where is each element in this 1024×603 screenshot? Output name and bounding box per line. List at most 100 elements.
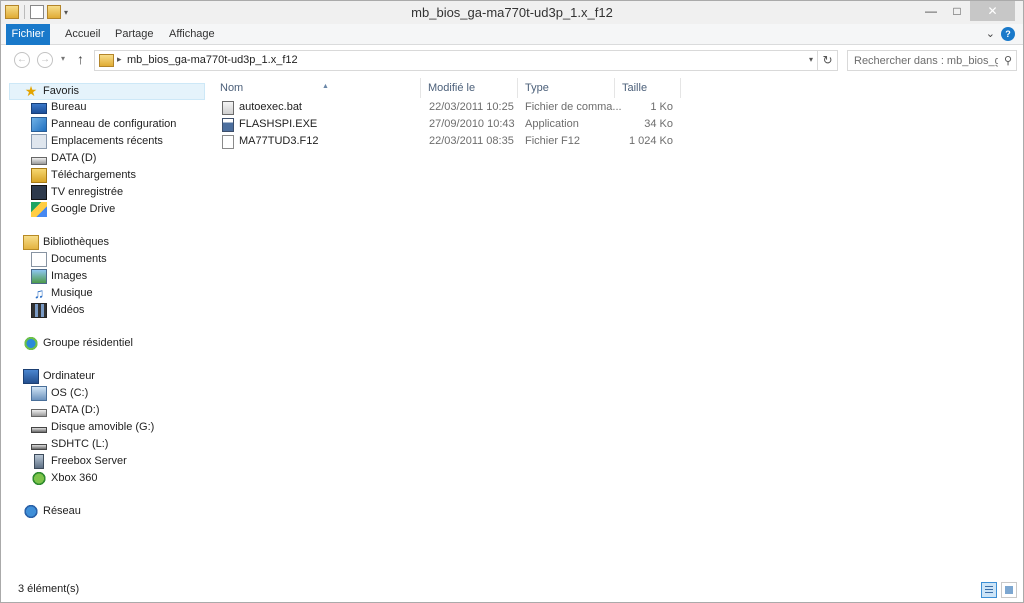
nav-item-musique[interactable]: ♫ Musique — [31, 285, 93, 302]
explorer-window: ▾ mb_bios_ga-ma770t-ud3p_1.x_f12 — □ ✕ F… — [0, 0, 1024, 603]
nav-item-panneau-de-configuration[interactable]: Panneau de configuration — [31, 116, 176, 133]
recorded-tv-icon — [31, 185, 47, 200]
search-input[interactable] — [848, 51, 998, 70]
nav-label: Documents — [51, 253, 107, 265]
nav-item-bureau[interactable]: Bureau — [31, 99, 86, 116]
sort-ascending-icon: ▲ — [322, 83, 329, 90]
downloads-icon — [31, 168, 47, 183]
window-controls: — □ ✕ — [918, 1, 1015, 21]
nav-favorites[interactable]: ★ Favoris — [9, 83, 205, 100]
computer-icon — [23, 369, 39, 384]
column-header-name[interactable]: ▲ Nom — [213, 78, 421, 98]
large-icons-view-button[interactable] — [1001, 582, 1017, 598]
back-button[interactable]: ← — [14, 52, 30, 68]
nav-item-documents[interactable]: Documents — [31, 251, 107, 268]
batch-file-icon — [222, 100, 234, 115]
nav-label: Bureau — [51, 101, 87, 113]
drive-icon — [31, 408, 47, 417]
nav-label: Musique — [51, 287, 93, 299]
table-row[interactable]: MA77TUD3.F12 22/03/2011 08:35 Fichier F1… — [215, 133, 681, 150]
nav-label: Panneau de configuration — [51, 118, 177, 130]
nav-label: Emplacements récents — [51, 135, 163, 147]
file-list: ▲ Nom Modifié le Type Taille autoexec.ba… — [207, 75, 1023, 579]
homegroup-icon — [23, 336, 39, 351]
table-row[interactable]: FLASHSPI.EXE 27/09/2010 10:43 Applicatio… — [215, 116, 681, 133]
table-row[interactable]: autoexec.bat 22/03/2011 10:25 Fichier de… — [215, 99, 681, 116]
details-view-icon — [985, 586, 993, 594]
item-count: 3 élément(s) — [18, 583, 80, 595]
nav-item-freebox-server[interactable]: Freebox Server — [31, 453, 127, 470]
nav-label: Téléchargements — [51, 169, 136, 181]
xbox-icon — [31, 471, 47, 486]
nav-label: OS (C:) — [51, 387, 89, 399]
navigation-pane: ★ Favoris Bureau Panneau de configuratio… — [1, 75, 206, 579]
column-header-size[interactable]: Taille — [615, 78, 681, 98]
search-box[interactable]: ⚲ — [847, 50, 1017, 71]
nav-item-videos[interactable]: Vidéos — [31, 302, 84, 319]
nav-item-sdhtc-l[interactable]: SDHTC (L:) — [31, 436, 108, 453]
search-icon[interactable]: ⚲ — [1004, 54, 1012, 67]
title-bar: ▾ mb_bios_ga-ma770t-ud3p_1.x_f12 — □ ✕ — [1, 1, 1023, 24]
music-icon: ♫ — [33, 285, 45, 301]
drive-icon — [31, 156, 47, 165]
details-view-button[interactable] — [981, 582, 997, 598]
nav-label: Xbox 360 — [51, 472, 98, 484]
column-header-label: Nom — [220, 82, 244, 94]
status-bar: 3 élément(s) — [1, 579, 1023, 602]
documents-icon — [31, 252, 47, 267]
tab-fichier[interactable]: Fichier — [6, 24, 50, 45]
generic-file-icon — [222, 134, 234, 149]
nav-item-images[interactable]: Images — [31, 268, 87, 285]
nav-homegroup[interactable]: Groupe résidentiel — [23, 335, 133, 352]
column-header-label: Modifié le — [428, 82, 476, 94]
tab-partage[interactable]: Partage — [105, 24, 164, 45]
file-modified: 27/09/2010 10:43 — [429, 118, 515, 130]
nav-item-xbox-360[interactable]: Xbox 360 — [31, 470, 97, 487]
nav-item-telechargements[interactable]: Téléchargements — [31, 167, 136, 184]
close-button[interactable]: ✕ — [970, 1, 1015, 21]
breadcrumb[interactable]: mb_bios_ga-ma770t-ud3p_1.x_f12 — [127, 54, 298, 66]
recent-locations-dropdown-icon[interactable]: ▾ — [61, 54, 65, 63]
file-name-cell: FLASHSPI.EXE — [222, 116, 422, 133]
star-icon: ★ — [24, 83, 38, 99]
recent-places-icon — [31, 134, 47, 149]
expand-ribbon-icon[interactable]: ⌄ — [986, 27, 995, 41]
sd-card-icon — [31, 444, 47, 450]
nav-network[interactable]: Réseau — [23, 503, 81, 520]
nav-item-os-c[interactable]: OS (C:) — [31, 385, 88, 402]
address-dropdown-icon[interactable]: ▾ — [809, 55, 813, 64]
address-bar-row: ← → ▾ ↑ ▸ mb_bios_ga-ma770t-ud3p_1.x_f12… — [1, 45, 1023, 75]
nav-item-tv-enregistree[interactable]: TV enregistrée — [31, 184, 123, 201]
address-bar[interactable]: ▸ mb_bios_ga-ma770t-ud3p_1.x_f12 ▾ — [94, 50, 818, 71]
tab-affichage[interactable]: Affichage — [159, 24, 225, 45]
removable-drive-icon — [31, 427, 47, 433]
refresh-button[interactable]: ↻ — [818, 50, 838, 71]
maximize-button[interactable]: □ — [944, 1, 970, 21]
nav-item-google-drive[interactable]: Google Drive — [31, 201, 115, 218]
nav-label: Vidéos — [51, 304, 85, 316]
tab-accueil[interactable]: Accueil — [55, 24, 110, 45]
server-icon — [34, 454, 44, 469]
minimize-button[interactable]: — — [918, 1, 944, 21]
nav-label: Google Drive — [51, 203, 116, 215]
nav-label: Disque amovible (G:) — [51, 421, 155, 433]
window-title: mb_bios_ga-ma770t-ud3p_1.x_f12 — [411, 5, 613, 20]
nav-item-data-d[interactable]: DATA (D) — [31, 150, 96, 167]
up-button[interactable]: ↑ — [77, 51, 84, 67]
nav-item-disque-amovible-g[interactable]: Disque amovible (G:) — [31, 419, 154, 436]
column-header-modified[interactable]: Modifié le — [421, 78, 518, 98]
google-drive-icon — [31, 202, 47, 217]
help-icon[interactable]: ? — [1001, 27, 1015, 41]
file-name-cell: autoexec.bat — [222, 99, 422, 116]
file-name: autoexec.bat — [239, 101, 302, 113]
nav-label: TV enregistrée — [51, 186, 124, 198]
breadcrumb-chevron-icon[interactable]: ▸ — [117, 54, 122, 65]
column-header-type[interactable]: Type — [518, 78, 615, 98]
forward-button[interactable]: → — [37, 52, 53, 68]
nav-computer[interactable]: Ordinateur — [23, 368, 95, 385]
nav-item-emplacements-recents[interactable]: Emplacements récents — [31, 133, 163, 150]
network-icon — [23, 504, 39, 519]
nav-item-data-d-drive[interactable]: DATA (D:) — [31, 402, 99, 419]
file-name: FLASHSPI.EXE — [239, 118, 318, 130]
nav-libraries[interactable]: Bibliothèques — [23, 234, 109, 251]
